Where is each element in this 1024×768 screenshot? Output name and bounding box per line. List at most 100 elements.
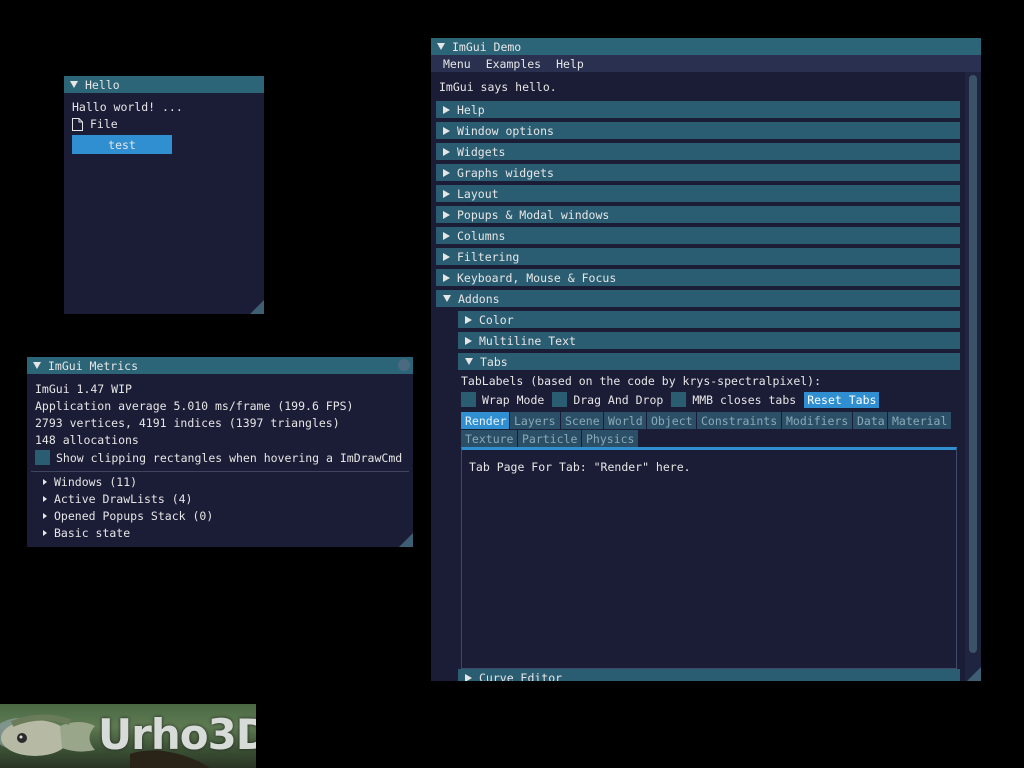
header-tabs[interactable]: Tabs <box>458 353 960 370</box>
scrollbar-track[interactable] <box>965 72 981 681</box>
tab-modifiers[interactable]: Modifiers <box>782 412 852 429</box>
test-button[interactable]: test <box>72 135 172 154</box>
metrics-titlebar[interactable]: ImGui Metrics <box>27 357 413 374</box>
clip-checkbox[interactable] <box>35 450 50 465</box>
collapse-icon[interactable] <box>70 81 78 88</box>
metrics-verts: 2793 vertices, 4191 indices (1397 triang… <box>35 416 340 430</box>
collapse-icon[interactable] <box>437 43 445 50</box>
header-curve-editor[interactable]: Curve Editor <box>458 669 960 681</box>
expand-icon <box>443 231 450 240</box>
tab-physics[interactable]: Physics <box>582 430 638 447</box>
hello-titlebar[interactable]: Hello <box>64 76 264 93</box>
test-button-label: test <box>108 137 136 152</box>
header-label: Filtering <box>457 249 520 264</box>
expand-icon <box>443 126 450 135</box>
header-help[interactable]: Help <box>436 101 960 118</box>
expand-icon <box>465 673 472 681</box>
tab-constraints[interactable]: Constraints <box>697 412 781 429</box>
header-widgets[interactable]: Widgets <box>436 143 960 160</box>
tab-texture[interactable]: Texture <box>461 430 517 447</box>
expand-icon <box>43 530 47 536</box>
expand-icon <box>465 336 472 345</box>
drag-drop-label: Drag And Drop <box>573 392 664 407</box>
resize-grip[interactable] <box>967 667 981 681</box>
resize-grip[interactable] <box>250 300 264 314</box>
file-label: File <box>90 117 118 131</box>
tree-node-windows[interactable]: Windows (11) <box>43 475 137 489</box>
header-label: Help <box>457 102 485 117</box>
expand-icon <box>443 189 450 198</box>
resize-grip[interactable] <box>399 533 413 547</box>
tree-node-label: Opened Popups Stack (0) <box>54 509 214 523</box>
header-graphs-widgets[interactable]: Graphs widgets <box>436 164 960 181</box>
menu-menu[interactable]: Menu <box>443 57 471 71</box>
expand-icon <box>443 210 450 219</box>
tab-scene[interactable]: Scene <box>561 412 603 429</box>
file-row[interactable]: File <box>72 117 118 131</box>
collapse-icon[interactable] <box>33 362 41 369</box>
says-hello: ImGui says hello. <box>439 80 557 94</box>
header-filtering[interactable]: Filtering <box>436 248 960 265</box>
header-label: Layout <box>457 186 499 201</box>
reset-tabs-button[interactable]: Reset Tabs <box>804 391 880 408</box>
wrap-mode-checkbox[interactable] <box>461 392 476 407</box>
metrics-allocs: 148 allocations <box>35 433 139 447</box>
header-multiline-text[interactable]: Multiline Text <box>458 332 960 349</box>
logo-text: Urho3D <box>98 710 256 759</box>
expand-icon <box>465 315 472 324</box>
header-label: Keyboard, Mouse & Focus <box>457 270 617 285</box>
tree-node-basic-state[interactable]: Basic state <box>43 526 130 540</box>
tree-node-drawlists[interactable]: Active DrawLists (4) <box>43 492 192 506</box>
header-popups[interactable]: Popups & Modal windows <box>436 206 960 223</box>
mmb-close-checkbox[interactable] <box>671 392 687 407</box>
urho3d-logo: Urho3D <box>0 704 256 768</box>
separator <box>31 471 409 472</box>
demo-titlebar[interactable]: ImGui Demo <box>431 38 981 55</box>
metrics-window[interactable]: ImGui Metrics ImGui 1.47 WIP Application… <box>27 357 413 547</box>
demo-title: ImGui Demo <box>452 39 522 54</box>
tab-page: Tab Page For Tab: "Render" here. <box>461 447 957 669</box>
tablabels-text: TabLabels (based on the code by krys-spe… <box>461 374 822 388</box>
hello-text: Hallo world! ... <box>72 100 183 114</box>
tree-node-label: Windows (11) <box>54 475 138 489</box>
tab-particle[interactable]: Particle <box>518 430 581 447</box>
metrics-version: ImGui 1.47 WIP <box>35 382 132 396</box>
menu-help[interactable]: Help <box>556 57 584 71</box>
demo-window[interactable]: ImGui Demo Menu Examples Help ImGui says… <box>431 38 981 681</box>
header-label: Tabs <box>480 354 508 369</box>
header-layout[interactable]: Layout <box>436 185 960 202</box>
header-label: Multiline Text <box>479 333 576 348</box>
header-label: Window options <box>457 123 554 138</box>
tree-node-popups[interactable]: Opened Popups Stack (0) <box>43 509 213 523</box>
tab-material[interactable]: Material <box>888 412 951 429</box>
menu-bar: Menu Examples Help <box>431 55 981 72</box>
scrollbar-thumb[interactable] <box>969 75 977 653</box>
header-label: Columns <box>457 228 506 243</box>
hello-window[interactable]: Hello Hallo world! ... File test <box>64 76 264 314</box>
metrics-avg: Application average 5.010 ms/frame (199.… <box>35 399 354 413</box>
header-window-options[interactable]: Window options <box>436 122 960 139</box>
tab-options-row: Wrap Mode Drag And Drop MMB closes tabs … <box>461 391 880 408</box>
tab-layers[interactable]: Layers <box>510 412 560 429</box>
header-addons[interactable]: Addons <box>436 290 960 307</box>
tab-data[interactable]: Data <box>853 412 887 429</box>
header-color[interactable]: Color <box>458 311 960 328</box>
hello-title: Hello <box>85 77 120 92</box>
clip-checkbox-row[interactable]: Show clipping rectangles when hovering a… <box>35 450 402 465</box>
tab-render[interactable]: Render <box>461 412 509 429</box>
expand-icon <box>443 252 450 261</box>
header-label: Popups & Modal windows <box>457 207 610 222</box>
collapse-icon <box>465 358 473 365</box>
tab-world[interactable]: World <box>604 412 646 429</box>
menu-examples[interactable]: Examples <box>486 57 541 71</box>
close-icon[interactable] <box>398 359 410 371</box>
mmb-close-label: MMB closes tabs <box>692 392 797 407</box>
drag-drop-checkbox[interactable] <box>552 392 568 407</box>
collapse-icon <box>443 295 451 302</box>
expand-icon <box>43 513 47 519</box>
tab-object[interactable]: Object <box>647 412 696 429</box>
metrics-title: ImGui Metrics <box>48 358 139 373</box>
header-label: Color <box>479 312 514 327</box>
header-columns[interactable]: Columns <box>436 227 960 244</box>
header-keyboard[interactable]: Keyboard, Mouse & Focus <box>436 269 960 286</box>
